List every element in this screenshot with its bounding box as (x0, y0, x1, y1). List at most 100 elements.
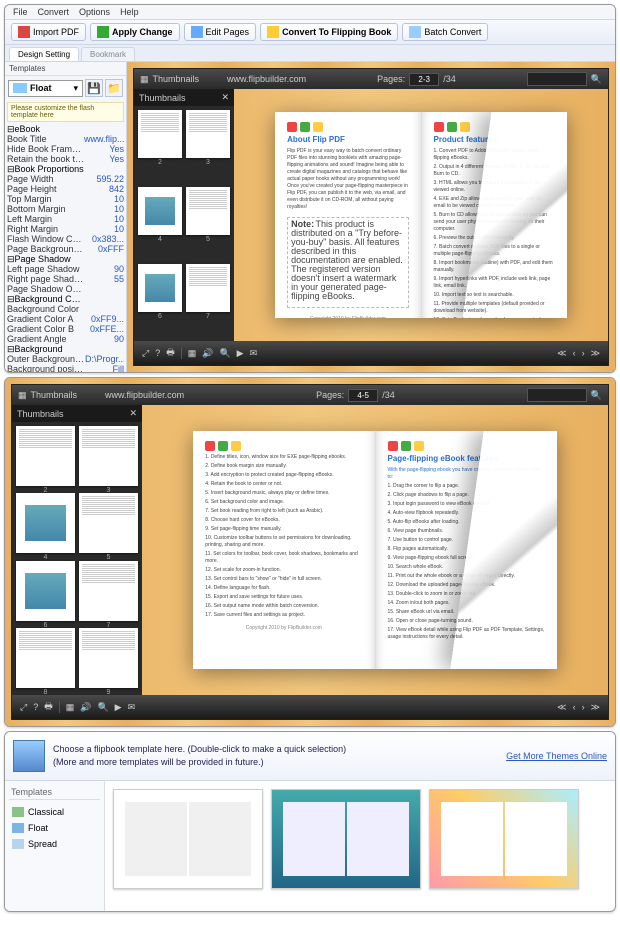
prop-row[interactable]: ⊟Page Shadow (7, 254, 124, 264)
thumbs-icon[interactable]: ▦ (66, 702, 75, 713)
menu-options[interactable]: Options (79, 7, 110, 17)
menu-convert[interactable]: Convert (38, 7, 70, 17)
book-2[interactable]: 1. Define titles, icon, window size for … (193, 431, 556, 669)
thumbnail[interactable] (16, 628, 75, 688)
template-select[interactable]: Float▾ (8, 80, 83, 97)
thumbnails-toggle[interactable]: ▦ (18, 390, 27, 401)
tab-bookmark[interactable]: Bookmark (81, 47, 135, 61)
sound-icon[interactable]: 🔊 (202, 348, 213, 359)
prop-row[interactable]: Page Background Color0xFFF (7, 244, 124, 254)
prop-row[interactable]: Background Color (7, 304, 124, 314)
thumbnail[interactable] (138, 264, 182, 312)
share-icon[interactable]: ✉ (128, 702, 136, 713)
close-thumbs-icon[interactable]: ✕ (221, 92, 229, 103)
save-template-button[interactable]: 💾 (85, 79, 103, 97)
autoflip-icon[interactable]: ▶ (237, 348, 244, 359)
prop-row[interactable]: Outer Background FileD:\Progr... (7, 354, 124, 364)
prop-row[interactable]: Gradient Angle90 (7, 334, 124, 344)
page-input[interactable] (348, 389, 378, 402)
template-item-spread[interactable]: Spread (9, 836, 100, 852)
thumbs-icon[interactable]: ▦ (188, 348, 197, 359)
thumbnail[interactable] (79, 561, 138, 621)
help-icon[interactable]: ? (155, 348, 160, 358)
last-icon[interactable]: ≫ (591, 702, 600, 713)
thumbnail[interactable] (79, 493, 138, 553)
list-item: 13. Double-click to zoom in or zoom out. (388, 591, 545, 598)
tab-design[interactable]: Design Setting (9, 47, 79, 61)
template-item-classical[interactable]: Classical (9, 804, 100, 820)
thumbnail[interactable] (138, 187, 182, 235)
menu-file[interactable]: File (13, 7, 28, 17)
prop-row[interactable]: Top Margin10 (7, 194, 124, 204)
batch-convert-button[interactable]: Batch Convert (402, 23, 488, 41)
autoflip-icon[interactable]: ▶ (115, 702, 122, 713)
prop-row[interactable]: ⊟eBook (7, 124, 124, 134)
get-themes-link[interactable]: Get More Themes Online (506, 751, 607, 761)
zoom-icon[interactable]: 🔍 (219, 348, 230, 359)
prop-row[interactable]: Book Titlewww.flip... (7, 134, 124, 144)
list-item: 11. Provide multiple templates (default … (434, 301, 555, 315)
template-card[interactable] (113, 789, 263, 889)
print-icon[interactable]: 🖶 (166, 345, 175, 361)
zoom-icon[interactable]: 🔍 (97, 702, 108, 713)
open-template-button[interactable]: 📁 (105, 79, 123, 97)
prop-row[interactable]: Page Shadow Opacity (7, 284, 124, 294)
template-card[interactable] (429, 789, 579, 889)
search-icon[interactable]: 🔍 (591, 74, 602, 85)
fullscreen-icon[interactable]: ⤢ (20, 702, 27, 713)
prop-row[interactable]: Gradient Color B0xFFE... (7, 324, 124, 334)
prop-row[interactable]: Retain the book to centerYes (7, 154, 124, 164)
thumbnail[interactable] (186, 187, 230, 235)
fullscreen-icon[interactable]: ⤢ (142, 348, 149, 359)
prop-row[interactable]: Bottom Margin10 (7, 204, 124, 214)
thumbnail[interactable] (16, 426, 75, 486)
prop-row[interactable]: Left Margin10 (7, 214, 124, 224)
edit-pages-button[interactable]: Edit Pages (184, 23, 257, 41)
thumbnail[interactable] (79, 426, 138, 486)
thumbnail[interactable] (186, 110, 230, 158)
prop-row[interactable]: Page Width595.22 (7, 174, 124, 184)
thumbnail[interactable] (16, 561, 75, 621)
thumbnails-toggle[interactable]: ▦ (140, 74, 149, 85)
prop-row[interactable]: Hide Book Frame BarYes (7, 144, 124, 154)
book[interactable]: About Flip PDF Flip PDF is your easy way… (275, 112, 567, 319)
menu-help[interactable]: Help (120, 7, 139, 17)
next-icon[interactable]: › (582, 702, 585, 712)
apply-change-button[interactable]: Apply Change (90, 23, 180, 41)
page-input[interactable] (409, 73, 439, 86)
thumbnail[interactable] (79, 628, 138, 688)
property-grid[interactable]: ⊟eBookBook Titlewww.flip...Hide Book Fra… (5, 124, 126, 372)
prop-row[interactable]: Page Height842 (7, 184, 124, 194)
first-icon[interactable]: ≪ (557, 348, 566, 359)
prop-row[interactable]: ⊟Background (7, 344, 124, 354)
search-input[interactable] (527, 388, 587, 402)
search-input[interactable] (527, 72, 587, 86)
first-icon[interactable]: ≪ (557, 702, 566, 713)
prev-icon[interactable]: ‹ (573, 702, 576, 712)
template-card[interactable] (271, 789, 421, 889)
help-icon[interactable]: ? (33, 702, 38, 712)
prop-row[interactable]: Gradient Color A0xFF9... (7, 314, 124, 324)
prop-row[interactable]: Left page Shadow90 (7, 264, 124, 274)
search-icon[interactable]: 🔍 (591, 390, 602, 401)
convert-book-button[interactable]: Convert To Flipping Book (260, 23, 398, 41)
thumbnail[interactable] (138, 110, 182, 158)
thumbnail[interactable] (16, 493, 75, 553)
template-item-float[interactable]: Float (9, 820, 100, 836)
prop-row[interactable]: Right page Shadow55 (7, 274, 124, 284)
share-icon[interactable]: ✉ (250, 348, 258, 359)
prop-row[interactable]: Background positionFill (7, 364, 124, 372)
prop-row[interactable]: ⊟Background Config (7, 294, 124, 304)
close-thumbs-icon[interactable]: ✕ (129, 408, 137, 419)
prev-icon[interactable]: ‹ (573, 348, 576, 358)
print-icon[interactable]: 🖶 (44, 699, 53, 715)
last-icon[interactable]: ≫ (591, 348, 600, 359)
import-pdf-button[interactable]: Import PDF (11, 23, 86, 41)
prop-row[interactable]: Flash Window Color0x383... (7, 234, 124, 244)
thumbs-head-label: Thumbnails (17, 409, 64, 419)
next-icon[interactable]: › (582, 348, 585, 358)
prop-row[interactable]: Right Margin10 (7, 224, 124, 234)
sound-icon[interactable]: 🔊 (80, 702, 91, 713)
thumbnail[interactable] (186, 264, 230, 312)
prop-row[interactable]: ⊟Book Proportions (7, 164, 124, 174)
